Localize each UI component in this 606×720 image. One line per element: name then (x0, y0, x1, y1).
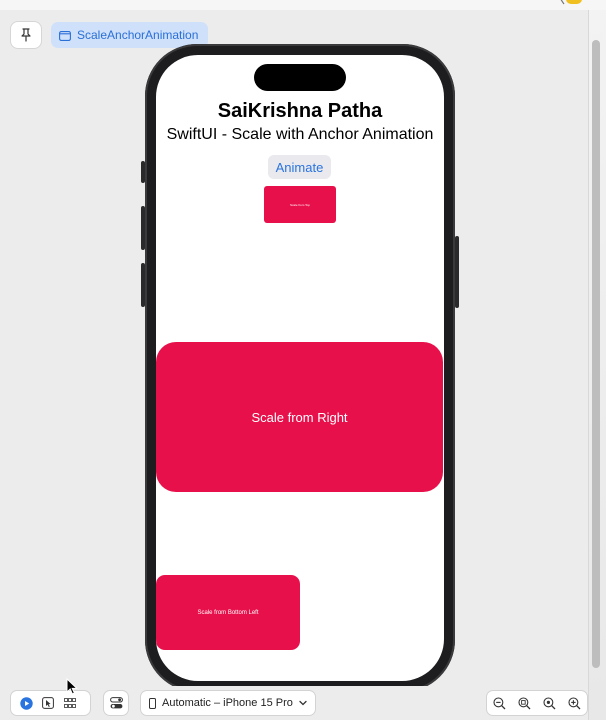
page-title: SaiKrishna Patha (217, 100, 383, 122)
scale-from-right-label: Scale from Right (251, 409, 348, 425)
account-glyph-icon (560, 0, 582, 5)
scale-from-top-card: Scale from Top (264, 186, 336, 223)
preview-mode-group (11, 691, 90, 715)
scale-from-right-card: Scale from Right (156, 342, 443, 492)
pin-button[interactable] (11, 22, 41, 48)
preview-tab-scale-anchor-animation[interactable]: ScaleAnchorAnimation (51, 22, 209, 48)
device-selector[interactable]: Automatic – iPhone 15 Pro (141, 691, 315, 715)
chevron-down-icon (299, 700, 307, 706)
zoom-in-button[interactable] (564, 692, 586, 714)
iphone-icon (149, 697, 156, 709)
device-settings-icon (109, 697, 123, 709)
zoom-to-fit-button[interactable] (514, 692, 536, 714)
pin-icon (21, 28, 31, 42)
zoom-out-icon (493, 696, 506, 709)
zoom-actual-icon (543, 696, 556, 709)
page-subtitle: SwiftUI - Scale with Anchor Animation (166, 126, 434, 143)
scale-from-bottom-left-card: Scale from Bottom Left (156, 575, 300, 650)
device-settings-button[interactable] (104, 691, 128, 715)
play-icon (19, 696, 33, 710)
zoom-actual-size-button[interactable] (539, 692, 561, 714)
zoom-fit-icon (518, 696, 531, 709)
preview-tab-label: ScaleAnchorAnimation (77, 28, 199, 42)
zoom-in-icon (568, 696, 581, 709)
scale-from-bottom-left-label: Scale from Bottom Left (197, 609, 259, 616)
device-selector-label: Automatic – iPhone 15 Pro (162, 697, 293, 709)
animate-button[interactable]: Animate (268, 155, 331, 179)
phone-screen: SaiKrishna Patha SwiftUI - Scale with An… (156, 55, 444, 681)
scale-from-top-label: Scale from Top (290, 202, 310, 207)
cursor-select-icon (42, 697, 54, 709)
grid-icon (64, 698, 76, 708)
zoom-controls (487, 691, 587, 715)
scrollbar-thumb[interactable] (592, 40, 600, 668)
zoom-out-button[interactable] (489, 692, 511, 714)
selectable-mode-button[interactable] (37, 692, 59, 714)
mouse-pointer-icon (66, 678, 78, 695)
phone-power-button (455, 236, 459, 308)
window-icon (59, 30, 71, 41)
live-mode-button[interactable] (15, 692, 37, 714)
dynamic-island (254, 64, 346, 91)
